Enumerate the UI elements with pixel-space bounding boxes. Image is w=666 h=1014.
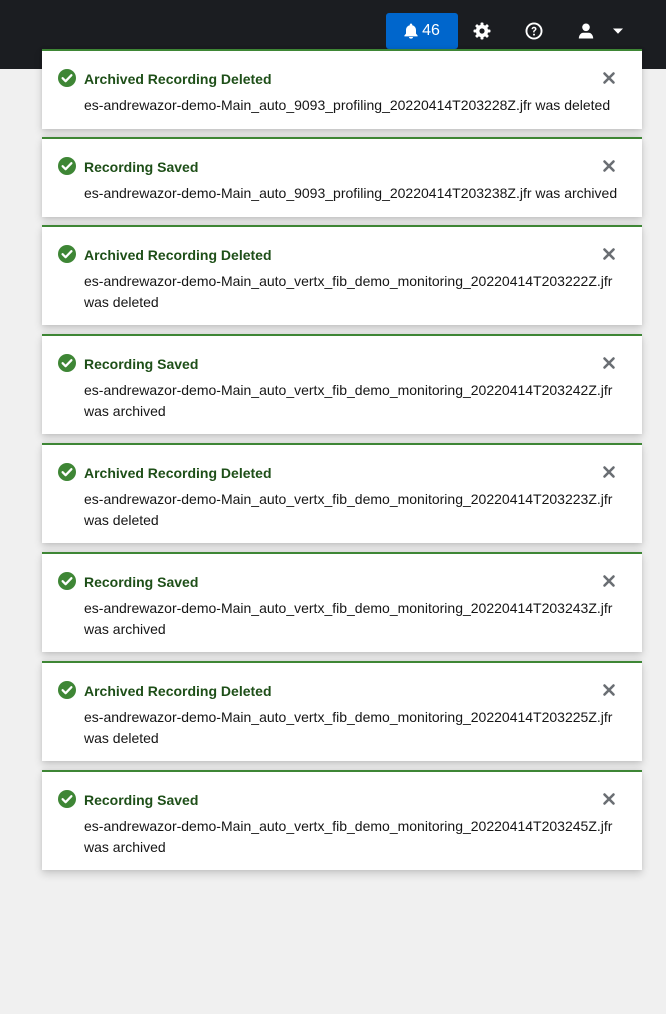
alert-title: Archived Recording Deleted — [84, 71, 272, 87]
close-icon — [603, 466, 615, 478]
check-circle-icon — [58, 572, 76, 590]
help-button[interactable] — [524, 21, 544, 41]
close-icon — [603, 793, 615, 805]
success-alert: Archived Recording Deleted es-andrewazor-… — [42, 661, 642, 761]
alert-description: es-andrewazor-demo-Main_auto_vertx_fib_d… — [84, 709, 613, 746]
notification-drawer-button[interactable]: 46 — [386, 13, 458, 49]
alert-description: es-andrewazor-demo-Main_auto_vertx_fib_d… — [84, 818, 613, 855]
check-circle-icon — [58, 69, 76, 87]
check-circle-icon — [58, 681, 76, 699]
alert-title: Recording Saved — [84, 356, 199, 372]
close-icon — [603, 248, 615, 260]
user-menu-button[interactable] — [576, 21, 596, 41]
user-menu-toggle[interactable] — [608, 21, 628, 41]
alert-title: Recording Saved — [84, 159, 199, 175]
alert-description: es-andrewazor-demo-Main_auto_vertx_fib_d… — [84, 273, 613, 310]
close-alert-button[interactable] — [602, 465, 616, 479]
close-alert-button[interactable] — [602, 71, 616, 85]
alert-description: es-andrewazor-demo-Main_auto_9093_profil… — [84, 185, 618, 201]
close-alert-button[interactable] — [602, 792, 616, 806]
settings-button[interactable] — [472, 21, 492, 41]
alert-title: Recording Saved — [84, 792, 199, 808]
alert-title: Recording Saved — [84, 574, 199, 590]
user-icon — [578, 23, 594, 39]
caret-down-icon — [613, 28, 623, 34]
success-alert: Archived Recording Deleted es-andrewazor-… — [42, 225, 642, 325]
close-alert-button[interactable] — [602, 683, 616, 697]
success-alert: Recording Saved es-andrewazor-demo-Main_a… — [42, 770, 642, 870]
alert-description: es-andrewazor-demo-Main_auto_vertx_fib_d… — [84, 382, 613, 419]
notification-count: 46 — [422, 22, 440, 39]
question-circle-icon — [525, 22, 543, 40]
gear-icon — [473, 22, 491, 40]
success-alert: Recording Saved es-andrewazor-demo-Main_a… — [42, 334, 642, 434]
alert-title: Archived Recording Deleted — [84, 683, 272, 699]
alert-description: es-andrewazor-demo-Main_auto_9093_profil… — [84, 97, 611, 113]
close-alert-button[interactable] — [602, 159, 616, 173]
close-icon — [603, 684, 615, 696]
alert-title: Archived Recording Deleted — [84, 465, 272, 481]
success-alert: Archived Recording Deleted es-andrewazor-… — [42, 443, 642, 543]
close-icon — [603, 160, 615, 172]
close-alert-button[interactable] — [602, 574, 616, 588]
bell-icon — [404, 23, 418, 39]
check-circle-icon — [58, 354, 76, 372]
close-icon — [603, 357, 615, 369]
check-circle-icon — [58, 790, 76, 808]
close-alert-button[interactable] — [602, 356, 616, 370]
check-circle-icon — [58, 245, 76, 263]
close-icon — [603, 72, 615, 84]
close-alert-button[interactable] — [602, 247, 616, 261]
check-circle-icon — [58, 157, 76, 175]
success-alert: Recording Saved es-andrewazor-demo-Main_a… — [42, 552, 642, 652]
alert-title: Archived Recording Deleted — [84, 247, 272, 263]
alert-description: es-andrewazor-demo-Main_auto_vertx_fib_d… — [84, 491, 613, 528]
alert-description: es-andrewazor-demo-Main_auto_vertx_fib_d… — [84, 600, 613, 637]
close-icon — [603, 575, 615, 587]
success-alert: Recording Saved es-andrewazor-demo-Main_a… — [42, 137, 642, 217]
success-alert: Archived Recording Deleted es-andrewazor-… — [42, 49, 642, 129]
check-circle-icon — [58, 463, 76, 481]
